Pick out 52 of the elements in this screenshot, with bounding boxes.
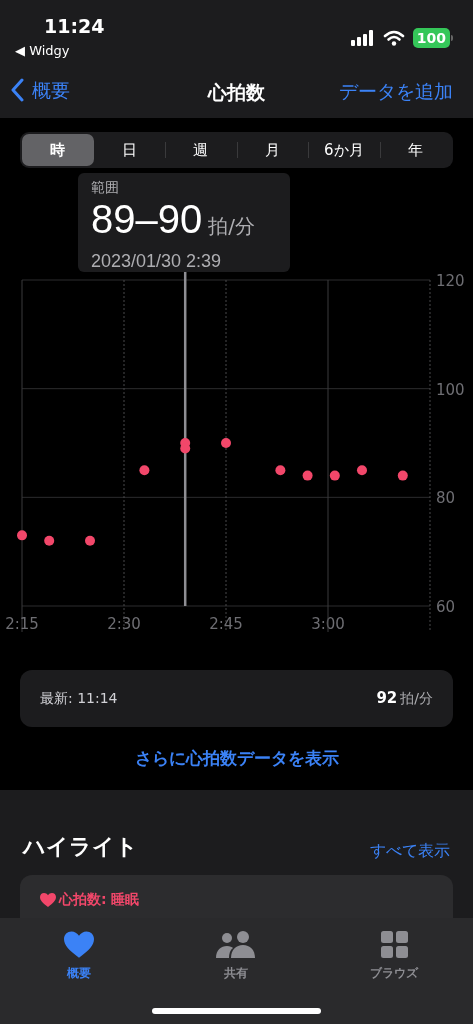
latest-label: 最新: 11:14 [40,689,118,708]
x-axis-label: 2:45 [209,615,243,633]
heart-icon [40,892,56,907]
heart-icon [63,931,94,958]
unit-label: 拍/分 [400,689,433,709]
data-point [85,535,95,546]
tab-bar-item[interactable]: 共有 [216,928,257,984]
grid-icon [380,931,408,958]
segment-tab[interactable]: 日 [93,134,165,166]
segment-tab[interactable]: 6か月 [308,134,380,166]
date-label: 2023/01/30 2:39 [91,250,223,273]
range-label: 範囲 [91,178,120,197]
back-to-app-link[interactable]: ◀ Widgy [15,41,70,61]
data-point [180,443,191,454]
data-point [139,465,150,476]
see-all-link[interactable]: すべて表示 [370,839,450,863]
y-axis-label: 80 [436,489,456,508]
data-point [329,470,340,481]
range-value: 89–90 [91,197,203,241]
y-axis-label: 120 [436,272,465,290]
tab-bar-item[interactable]: ブラウズ [370,928,419,984]
tab-bar-item[interactable]: 概要 [63,928,94,984]
data-point [221,438,231,448]
data-point [302,470,313,481]
segment-tab[interactable]: 週 [165,134,237,166]
data-point [397,470,408,481]
data-point [275,465,286,476]
people-icon [216,931,257,958]
battery-indicator: 100 [412,28,450,48]
wifi-icon [382,30,405,46]
latest-value: 92 [376,688,398,710]
x-axis-label: 2:15 [5,615,39,633]
status-time: 11:24 [44,14,105,39]
y-axis-label: 100 [436,380,465,399]
segment-tab[interactable]: 月 [236,134,308,166]
segment-tab[interactable]: 年 [379,134,451,166]
x-axis-label: 3:00 [311,615,345,633]
data-point [357,465,367,476]
x-axis-label: 2:30 [107,615,141,633]
add-data-button[interactable]: データを追加 [339,77,453,106]
y-axis-label: 60 [436,598,456,616]
data-point [44,535,55,546]
segment-tab[interactable]: 時 [22,134,94,166]
signal-icon [350,30,375,46]
screen-title: 心拍数 [208,80,265,105]
unit-label: 拍/分 [208,213,255,240]
card-title: 心拍数: 睡眠 [59,890,140,909]
back-button[interactable]: 概要 [10,76,70,105]
data-point [17,530,27,541]
chevron-left-icon [10,78,24,103]
section-title: ハイライト [23,833,138,861]
more-data-link[interactable]: さらに心拍数データを表示 [134,745,339,772]
